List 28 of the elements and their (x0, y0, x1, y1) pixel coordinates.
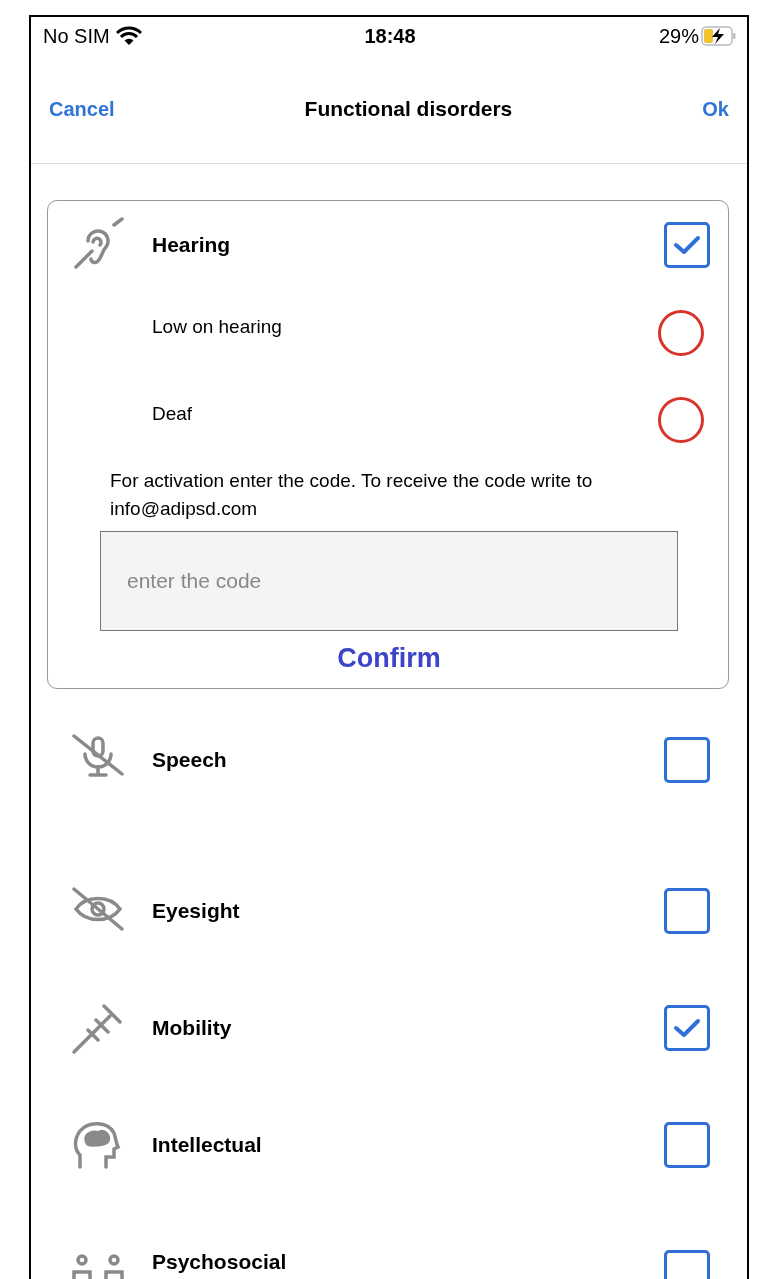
carrier-text: No SIM (43, 24, 110, 48)
ok-button[interactable]: Ok (702, 97, 729, 121)
option-label: Deaf (152, 402, 194, 425)
checkmark-icon (673, 234, 701, 256)
checkmark-icon (673, 1016, 701, 1039)
wifi-icon (115, 26, 142, 46)
disorder-label: Speech (152, 747, 228, 772)
battery-charging-icon (701, 26, 737, 46)
battery-percent: 29% (658, 24, 699, 48)
disorder-label: Mobility (152, 1015, 233, 1040)
clock-time: 18:48 (364, 24, 416, 48)
screen-title: Functional disorders (304, 97, 513, 121)
checkbox[interactable] (664, 736, 710, 783)
option-label: Low on hearing (152, 315, 283, 338)
disorder-label: Intellectual (152, 1132, 263, 1157)
disorder-label: Psychosocial (152, 1250, 288, 1274)
confirm-button[interactable]: Confirm (333, 631, 445, 682)
radio-button[interactable] (658, 396, 704, 443)
checkbox[interactable] (664, 1121, 710, 1168)
radio-button[interactable] (658, 309, 704, 356)
checkbox[interactable] (664, 222, 710, 268)
disorder-label: Eyesight (152, 898, 241, 923)
activation-instructions: For activation enter the code. To receive the code write to info@adipsd.com (110, 469, 594, 521)
code-input-field[interactable]: enter the code (100, 531, 678, 631)
checkbox[interactable] (664, 1004, 710, 1051)
checkbox[interactable] (664, 887, 710, 934)
disorder-label: Hearing (152, 233, 232, 257)
cancel-button[interactable]: Cancel (49, 97, 115, 121)
